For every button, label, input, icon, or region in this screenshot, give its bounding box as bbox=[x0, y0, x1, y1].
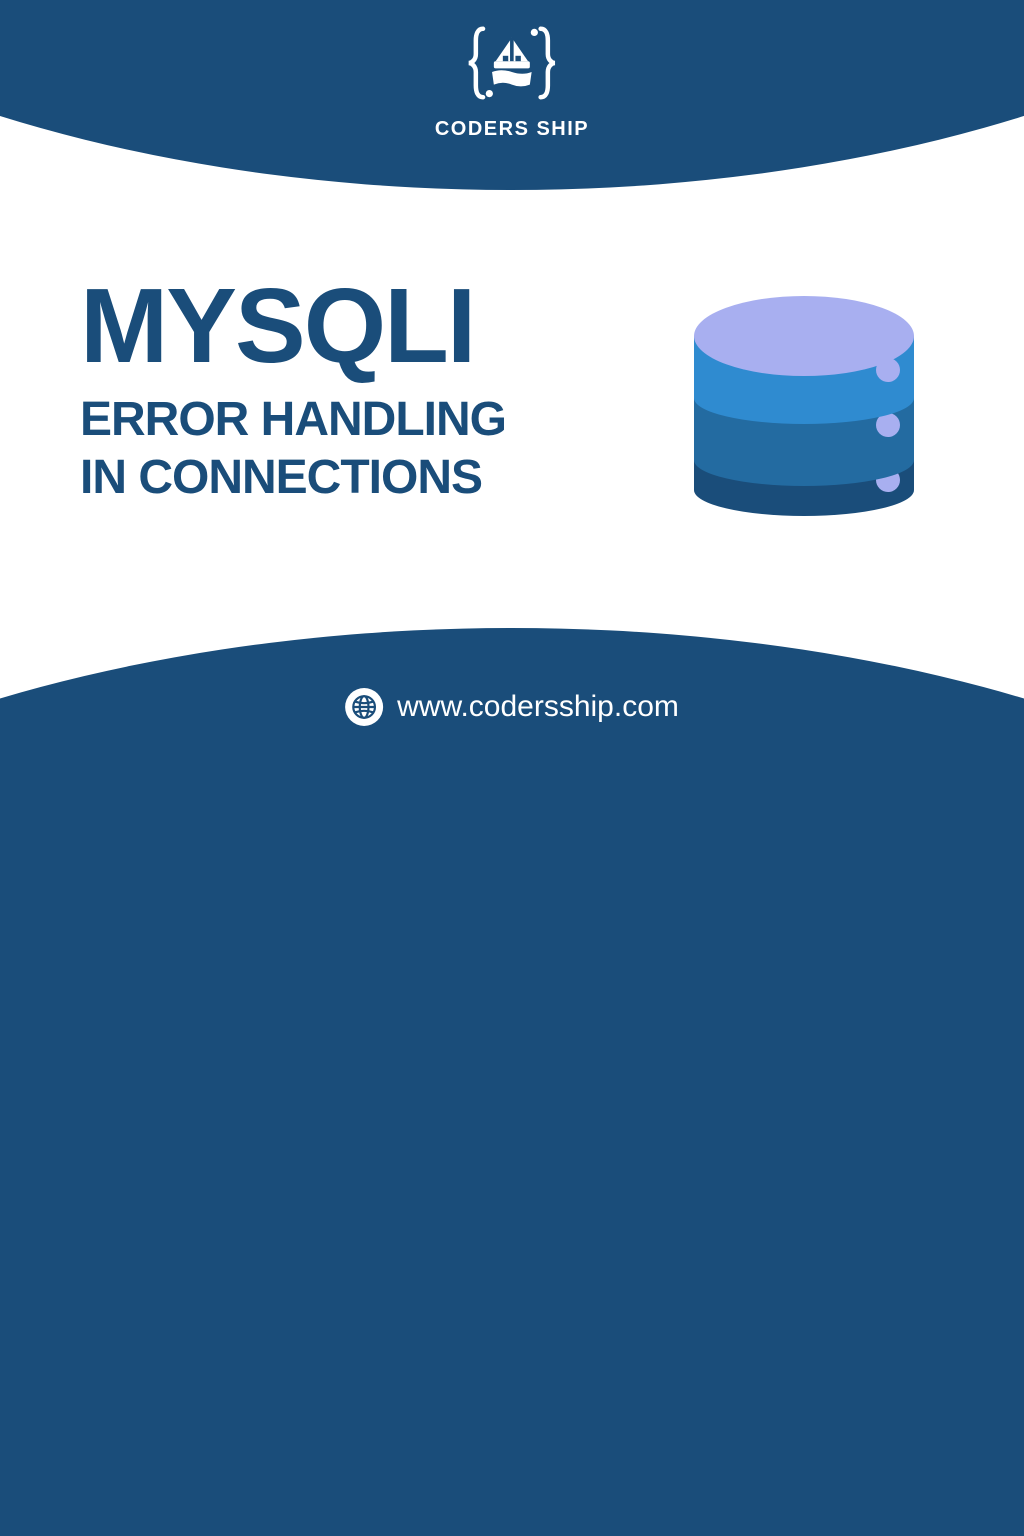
bottom-arc-shape bbox=[0, 628, 1024, 1536]
footer: www.codersship.com bbox=[345, 688, 679, 726]
main-content: MYSQLI ERROR HANDLING IN CONNECTIONS bbox=[80, 250, 944, 530]
ship-in-braces-icon bbox=[467, 18, 557, 108]
headline-block: MYSQLI ERROR HANDLING IN CONNECTIONS bbox=[80, 273, 506, 506]
database-icon bbox=[664, 250, 944, 530]
brand-logo-area: CODERS SHIP bbox=[435, 18, 589, 141]
globe-icon bbox=[345, 688, 383, 726]
main-title: MYSQLI bbox=[80, 273, 506, 379]
website-url: www.codersship.com bbox=[397, 690, 679, 724]
subtitle-line-2: IN CONNECTIONS bbox=[80, 449, 506, 507]
subtitle-line-1: ERROR HANDLING bbox=[80, 391, 506, 449]
brand-name: CODERS SHIP bbox=[435, 118, 589, 141]
